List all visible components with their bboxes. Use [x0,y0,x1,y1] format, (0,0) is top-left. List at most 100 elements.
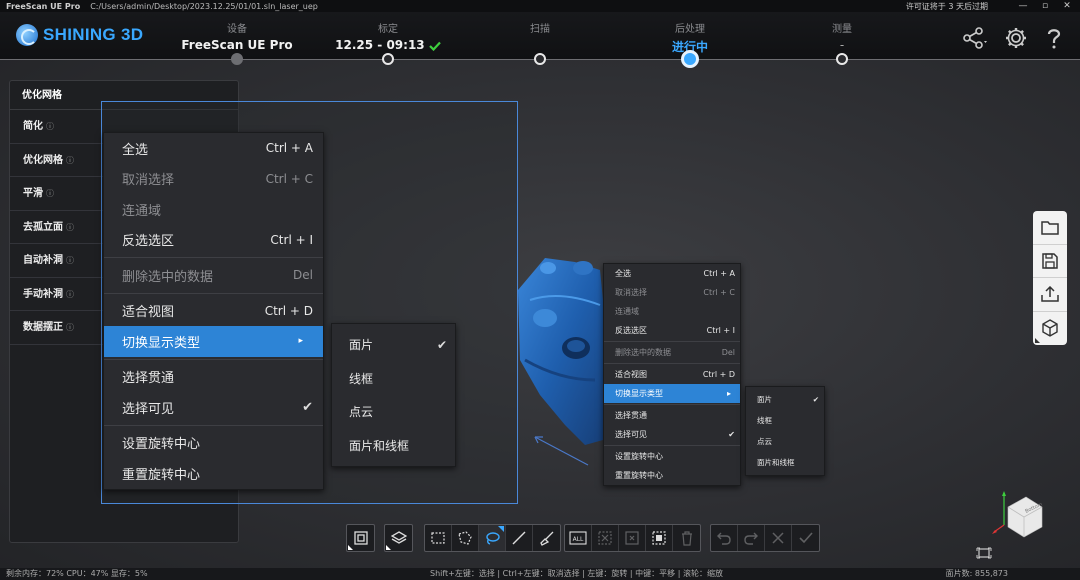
submenu-item-wireframe[interactable]: 线框 [332,362,455,396]
menu-item-select-visible[interactable]: 选择可见 ✔ [604,425,740,444]
selection-tools-group [424,524,561,552]
menu-item-reset-rotation-center[interactable]: 重置旋转中心 [104,458,323,489]
menu-item-select-visible[interactable]: 选择可见 ✔ [104,392,323,423]
menu-item-invert[interactable]: 反选选区 Ctrl + I [604,321,740,340]
display-type-submenu: 面片 ✔ 线框 点云 面片和线框 [745,386,825,476]
brush-icon [539,531,553,546]
gear-icon[interactable] [1004,26,1028,50]
menu-item-set-rotation-center[interactable]: 设置旋转中心 [604,447,740,466]
submenu-item-faces-wireframe[interactable]: 面片和线框 [332,429,455,463]
menu-item-invert[interactable]: 反选选区 Ctrl + I [104,225,323,256]
menu-item-deselect[interactable]: 取消选择 Ctrl + C [104,164,323,195]
info-icon[interactable]: ⓘ [66,223,74,232]
help-icon[interactable] [1044,26,1068,50]
menu-item-delete[interactable]: 删除选中的数据 Del [104,260,323,291]
menu-item-fit-view[interactable]: 适合视图 Ctrl + D [604,365,740,384]
clear-selection-tool[interactable] [619,525,646,551]
menu-label: 适合视图 [122,305,175,321]
delete-data-tool[interactable] [673,525,700,551]
menu-item-connected[interactable]: 连通域 [104,194,323,225]
info-icon[interactable]: ⓘ [66,323,74,332]
submenu-item-faces[interactable]: 面片 ✔ [332,328,455,362]
share-icon[interactable] [962,26,987,50]
line-select-tool[interactable] [506,525,533,551]
menu-label: 面片和线框 [757,458,795,467]
select-all-tool[interactable]: ALL [565,525,592,551]
menu-label: 切换显示类型 [615,389,663,398]
cancel-tool[interactable] [765,525,792,551]
deselect-tool[interactable] [592,525,619,551]
system-resources: 剩余内存：72% CPU：47% 显存：5% [6,569,148,578]
submenu-item-pointcloud[interactable]: 点云 [746,431,824,452]
step-label: 扫描 [530,24,550,35]
menu-item-select-all[interactable]: 全选 Ctrl + A [104,133,323,164]
select-all-icon: ALL [569,531,587,545]
tool-label: 自动补洞 [23,255,63,266]
folder-icon [1041,221,1059,235]
3d-view-button[interactable] [1033,312,1067,346]
fit-screen-icon[interactable] [976,547,992,559]
tool-label: 平滑 [23,188,43,199]
menu-item-set-rotation-center[interactable]: 设置旋转中心 [104,428,323,459]
check-icon: ✔ [812,395,819,404]
apply-tool[interactable] [792,525,819,551]
menu-separator [104,292,323,294]
redo-tool[interactable] [738,525,765,551]
lasso-select-tool[interactable] [479,525,506,551]
menu-item-select-through[interactable]: 选择贯通 [104,362,323,393]
minimize-button[interactable]: — [1016,0,1030,12]
submenu-arrow-icon: ▸ [726,389,731,398]
submenu-item-pointcloud[interactable]: 点云 [332,395,455,429]
history-group [710,524,820,552]
close-window-button[interactable]: ✕ [1060,0,1074,12]
invert-selection-tool[interactable] [646,525,673,551]
brush-select-tool[interactable] [533,525,560,551]
open-folder-button[interactable] [1033,211,1067,245]
menu-item-switch-display[interactable]: 切换显示类型 ▸ [604,384,740,403]
submenu-item-faces[interactable]: 面片 ✔ [746,389,824,410]
menu-item-switch-display[interactable]: 切换显示类型 ▸ [104,326,323,357]
step-measure[interactable]: 测量 - [772,20,912,52]
menu-item-deselect[interactable]: 取消选择 Ctrl + C [604,283,740,302]
menu-label: 反选选区 [122,234,175,250]
fit-view-tool[interactable] [347,525,374,551]
step-value: - [839,38,845,52]
menu-item-fit-view[interactable]: 适合视图 Ctrl + D [104,296,323,327]
info-icon[interactable]: ⓘ [66,156,74,165]
cube-icon [1042,319,1058,338]
lasso-icon [486,532,500,545]
info-icon[interactable]: ⓘ [66,290,74,299]
info-icon[interactable]: ⓘ [46,189,54,198]
step-device[interactable]: 设备 FreeScan UE Pro [167,20,307,52]
undo-tool[interactable] [711,525,738,551]
submenu-item-faces-wireframe[interactable]: 面片和线框 [746,452,824,473]
rect-select-tool[interactable] [425,525,452,551]
check-icon: ✔ [728,430,735,439]
menu-label: 面片 [757,395,772,404]
layers-tool[interactable] [385,525,412,551]
polygon-select-tool[interactable] [452,525,479,551]
export-button[interactable] [1033,278,1067,312]
view-cube[interactable]: Bottom [990,485,1050,549]
menu-label: 选择贯通 [122,371,175,387]
submenu-item-wireframe[interactable]: 线框 [746,410,824,431]
menu-item-select-all[interactable]: 全选 Ctrl + A [604,264,740,283]
trash-icon [681,531,692,546]
menu-label: 面片和线框 [349,438,410,453]
menu-item-select-through[interactable]: 选择贯通 [604,406,740,425]
menu-item-connected[interactable]: 连通域 [604,302,740,321]
step-label: 标定 [378,24,398,35]
info-icon[interactable]: ⓘ [46,122,54,131]
menu-item-reset-rotation-center[interactable]: 重置旋转中心 [604,466,740,485]
menu-label: 选择可见 [122,401,175,417]
menu-item-delete[interactable]: 删除选中的数据 Del [604,343,740,362]
step-calibration[interactable]: 标定 12.25 - 09:13 [318,20,458,52]
save-button[interactable] [1033,245,1067,278]
maximize-button[interactable]: ▫ [1038,0,1052,12]
info-icon[interactable]: ⓘ [66,256,74,265]
step-label: 后处理 [675,24,705,35]
svg-text:ALL: ALL [573,536,584,543]
step-scan[interactable]: 扫描 [470,20,610,38]
tool-label: 数据摆正 [23,322,63,333]
invert-icon [652,531,666,545]
